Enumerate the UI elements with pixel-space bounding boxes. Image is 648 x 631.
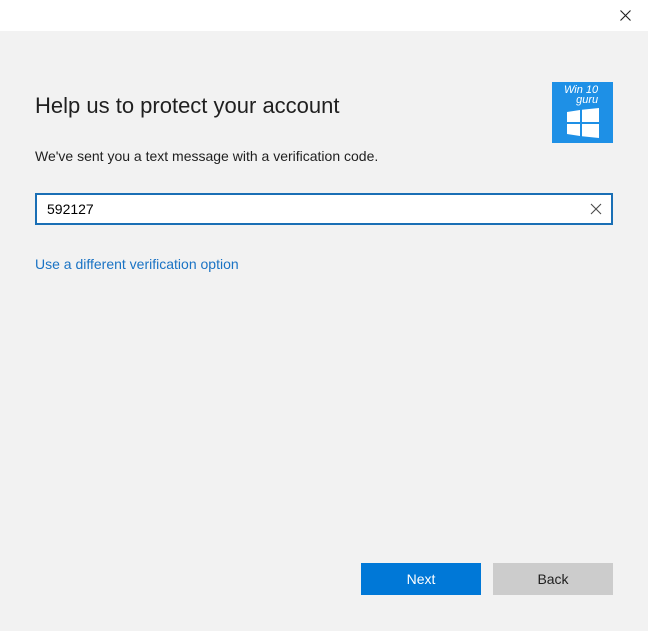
verification-code-field[interactable] — [35, 193, 613, 225]
logo-text-line2: guru — [576, 94, 599, 106]
verification-code-input[interactable] — [47, 195, 577, 223]
app-logo: Win 10 guru — [552, 82, 613, 143]
close-button[interactable] — [602, 0, 648, 31]
back-button[interactable]: Back — [493, 563, 613, 595]
different-verification-option-link[interactable]: Use a different verification option — [35, 255, 239, 273]
dialog-content: Help us to protect your account Win 10 g… — [0, 31, 648, 631]
close-icon — [619, 10, 631, 21]
page-title: Help us to protect your account — [35, 93, 340, 118]
windows-logo-icon — [567, 108, 599, 138]
next-button[interactable]: Next — [361, 563, 481, 595]
clear-icon[interactable] — [589, 202, 603, 216]
logo-text: Win 10 guru — [564, 85, 599, 106]
page-subtitle: We've sent you a text message with a ver… — [35, 148, 379, 164]
title-bar — [0, 0, 648, 31]
